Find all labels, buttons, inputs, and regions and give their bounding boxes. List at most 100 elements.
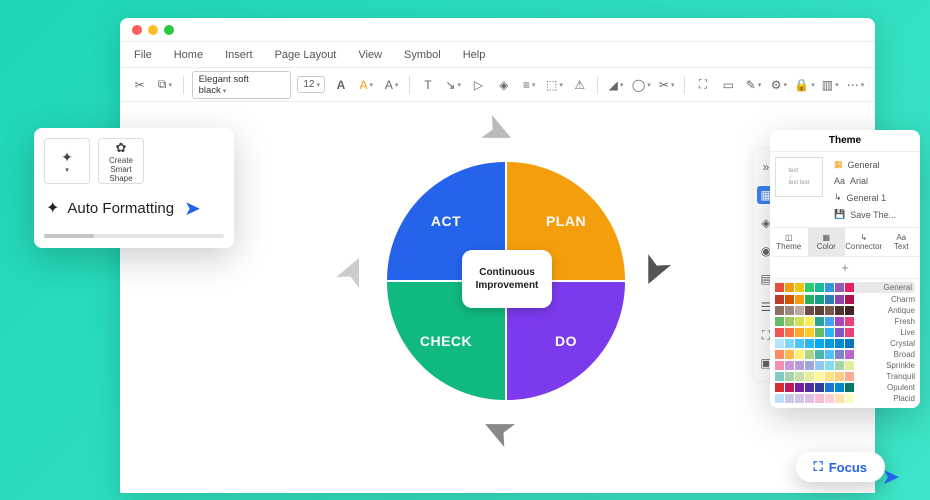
color-swatch[interactable] — [795, 317, 804, 326]
palette-row[interactable]: Placid — [775, 394, 915, 403]
add-palette-button[interactable]: + — [770, 257, 920, 279]
color-swatch[interactable] — [845, 306, 854, 315]
menu-file[interactable]: File — [134, 49, 152, 61]
color-swatch[interactable] — [805, 339, 814, 348]
menu-symbol[interactable]: Symbol — [404, 49, 441, 61]
color-swatch[interactable] — [835, 372, 844, 381]
color-swatch[interactable] — [835, 306, 844, 315]
gear-icon[interactable]: ⚙ — [769, 75, 788, 95]
color-swatch[interactable] — [845, 350, 854, 359]
focus-button[interactable]: ⛶ Focus — [796, 452, 885, 482]
color-swatch[interactable] — [825, 350, 834, 359]
palette-row[interactable]: Antique — [775, 306, 915, 315]
color-swatch[interactable] — [845, 361, 854, 370]
sparkle-dropdown[interactable]: ✦▾ — [44, 138, 90, 184]
maximize-icon[interactable] — [164, 25, 174, 35]
color-swatch[interactable] — [825, 306, 834, 315]
palette-row[interactable]: Broad — [775, 350, 915, 359]
color-swatch[interactable] — [845, 339, 854, 348]
color-swatch[interactable] — [835, 394, 844, 403]
bold-icon[interactable]: A — [331, 75, 350, 95]
font-size-select[interactable]: 12 — [297, 76, 325, 93]
close-icon[interactable] — [132, 25, 142, 35]
color-swatch[interactable] — [795, 383, 804, 392]
warning-icon[interactable]: ⚠ — [570, 75, 589, 95]
color-swatch[interactable] — [775, 339, 784, 348]
color-swatch[interactable] — [825, 394, 834, 403]
pointer-icon[interactable]: ▷ — [469, 75, 488, 95]
color-swatch[interactable] — [785, 372, 794, 381]
menu-view[interactable]: View — [358, 49, 382, 61]
palette-row[interactable]: Tranquil — [775, 372, 915, 381]
color-swatch[interactable] — [825, 283, 834, 292]
crop-icon[interactable]: ✂ — [657, 75, 676, 95]
palette-row[interactable]: General — [775, 282, 915, 293]
color-swatch[interactable] — [845, 295, 854, 304]
color-swatch[interactable] — [775, 295, 784, 304]
palette-row[interactable]: Fresh — [775, 317, 915, 326]
color-swatch[interactable] — [785, 350, 794, 359]
theme-item-save[interactable]: 💾Save The... — [834, 206, 914, 223]
color-swatch[interactable] — [835, 283, 844, 292]
fill-icon[interactable]: ◢ — [606, 75, 625, 95]
color-swatch[interactable] — [815, 339, 824, 348]
color-swatch[interactable] — [805, 372, 814, 381]
palette-row[interactable]: Charm — [775, 295, 915, 304]
color-swatch[interactable] — [785, 394, 794, 403]
font-color-icon[interactable]: A — [357, 75, 376, 95]
color-swatch[interactable] — [785, 295, 794, 304]
color-swatch[interactable] — [785, 283, 794, 292]
menu-insert[interactable]: Insert — [225, 49, 253, 61]
page-icon[interactable]: ▭ — [719, 75, 738, 95]
color-swatch[interactable] — [815, 283, 824, 292]
line-tool-icon[interactable]: ↘ — [444, 75, 463, 95]
color-swatch[interactable] — [785, 339, 794, 348]
color-swatch[interactable] — [795, 339, 804, 348]
color-swatch[interactable] — [835, 361, 844, 370]
color-swatch[interactable] — [845, 283, 854, 292]
theme-item-arial[interactable]: AaArial — [834, 173, 914, 189]
color-swatch[interactable] — [805, 394, 814, 403]
text-tool-icon[interactable]: T — [418, 75, 437, 95]
color-swatch[interactable] — [825, 361, 834, 370]
color-swatch[interactable] — [775, 350, 784, 359]
highlight-icon[interactable]: A — [382, 75, 401, 95]
color-swatch[interactable] — [805, 361, 814, 370]
color-swatch[interactable] — [775, 317, 784, 326]
color-swatch[interactable] — [795, 350, 804, 359]
align-icon[interactable]: ≡ — [519, 75, 538, 95]
font-select[interactable]: Elegant soft black — [192, 71, 292, 99]
color-swatch[interactable] — [795, 283, 804, 292]
color-swatch[interactable] — [775, 383, 784, 392]
color-swatch[interactable] — [835, 328, 844, 337]
color-swatch[interactable] — [825, 295, 834, 304]
create-smart-shape-button[interactable]: ✿ Create Smart Shape — [98, 138, 144, 184]
color-swatch[interactable] — [785, 383, 794, 392]
resize-icon[interactable]: ⛶ — [693, 75, 712, 95]
color-swatch[interactable] — [845, 328, 854, 337]
color-swatch[interactable] — [795, 372, 804, 381]
stroke-icon[interactable]: ◯ — [632, 75, 651, 95]
color-swatch[interactable] — [775, 361, 784, 370]
color-swatch[interactable] — [825, 339, 834, 348]
color-swatch[interactable] — [775, 372, 784, 381]
color-swatch[interactable] — [835, 383, 844, 392]
options-icon[interactable]: ▥ — [821, 75, 840, 95]
color-swatch[interactable] — [835, 317, 844, 326]
edit-icon[interactable]: ✎ — [744, 75, 763, 95]
center-label[interactable]: Continuous Improvement — [462, 250, 552, 308]
color-swatch[interactable] — [815, 306, 824, 315]
palette-row[interactable]: Sprinkle — [775, 361, 915, 370]
color-swatch[interactable] — [845, 317, 854, 326]
menu-home[interactable]: Home — [174, 49, 203, 61]
more-icon[interactable]: ⋯ — [846, 75, 865, 95]
color-swatch[interactable] — [815, 394, 824, 403]
color-swatch[interactable] — [845, 372, 854, 381]
color-swatch[interactable] — [815, 295, 824, 304]
color-swatch[interactable] — [785, 306, 794, 315]
color-swatch[interactable] — [825, 383, 834, 392]
group-icon[interactable]: ⬚ — [545, 75, 564, 95]
theme-item-general[interactable]: ▦General — [834, 156, 914, 173]
color-swatch[interactable] — [805, 283, 814, 292]
tab-theme[interactable]: ◫Theme — [770, 228, 808, 256]
